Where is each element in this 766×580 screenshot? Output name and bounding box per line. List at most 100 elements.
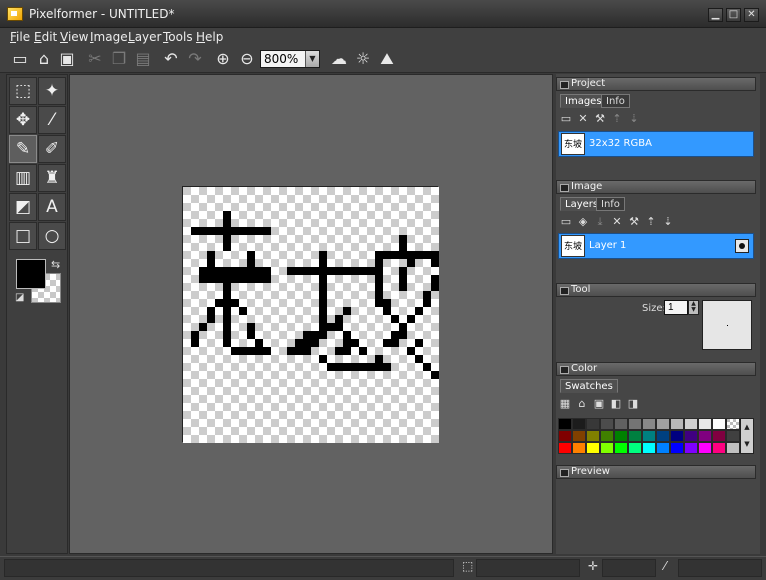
weather-icon[interactable]: ☁ [329,49,349,69]
eyedropper-icon[interactable]: ⁄ [38,106,66,134]
eraser-icon[interactable]: ◩ [9,193,37,221]
palette-swatch[interactable] [684,430,698,442]
palette-swatch[interactable] [628,442,642,454]
pixel-canvas[interactable] [182,186,439,443]
adjust-icon[interactable]: ⛰ [377,49,397,69]
move-up-icon[interactable]: ⇡ [610,112,624,126]
palette-swatch[interactable] [642,418,656,430]
undo-icon[interactable]: ↶ [161,49,181,69]
palette-swatch[interactable] [586,442,600,454]
palette-swatch[interactable] [586,430,600,442]
menu-view[interactable]: View [60,30,88,44]
palette-swatch[interactable] [558,430,572,442]
palette-swatch[interactable] [698,430,712,442]
brightness-icon[interactable]: ☼ [353,49,373,69]
palette-swatch[interactable] [572,418,586,430]
pixel-canvas-image[interactable] [183,187,439,443]
preview-panel-header[interactable]: Preview [556,465,756,479]
palette-swatch[interactable] [712,430,726,442]
layer-move-up-icon[interactable]: ⇡ [644,215,658,229]
palette-scrollbar[interactable]: ▲ ▼ [740,418,754,454]
save-palette-icon[interactable]: ▣ [592,397,606,411]
palette-swatch[interactable] [558,418,572,430]
palette-swatch[interactable] [600,430,614,442]
reset-colors-icon[interactable]: ◪ [15,292,24,303]
palette-swatch[interactable] [684,418,698,430]
palette-swatch[interactable] [586,418,600,430]
zoom-out-icon[interactable]: ⊖ [237,49,257,69]
tab-image-info[interactable]: Info [596,197,625,211]
image-panel-header[interactable]: Image [556,180,756,194]
chevron-down-icon[interactable]: ▼ [305,51,319,67]
menu-edit[interactable]: Edit [34,30,57,44]
new-layer-icon[interactable]: ▭ [559,215,573,229]
chevron-up-icon[interactable]: ▲ [741,419,753,436]
foreground-color-swatch[interactable] [16,259,46,289]
rect-select-icon[interactable]: ⬚ [9,77,37,105]
new-image-icon[interactable]: ▭ [559,112,573,126]
save-icon[interactable]: ▣ [57,49,77,69]
size-stepper[interactable]: ▲ ▼ [688,300,699,315]
layer-move-down-icon[interactable]: ⇣ [661,215,675,229]
layer-list-item[interactable]: 东坡 Layer 1 [558,233,754,259]
palette-swatch[interactable] [642,430,656,442]
palette-swatch[interactable] [572,430,586,442]
ellipse-icon[interactable]: ○ [38,222,66,250]
magic-wand-icon[interactable]: ✦ [38,77,66,105]
palette-swatch[interactable] [726,418,740,430]
brush-size-input[interactable] [664,300,688,315]
rectangle-icon[interactable]: □ [9,222,37,250]
palette-swatch[interactable] [698,442,712,454]
palette-swatch[interactable] [656,442,670,454]
properties-icon[interactable]: ⚒ [593,112,607,126]
tab-project-info[interactable]: Info [601,94,630,108]
swap-colors-icon[interactable]: ⇆ [51,258,60,271]
copy-icon[interactable]: ❐ [109,49,129,69]
menu-file[interactable]: File [10,30,30,44]
palette-swatch[interactable] [670,418,684,430]
stamp-icon[interactable]: ♜ [38,164,66,192]
copy-color-icon[interactable]: ◧ [609,397,623,411]
move-icon[interactable]: ✥ [9,106,37,134]
open-palette-icon[interactable]: ⌂ [575,397,589,411]
palette-swatch[interactable] [712,442,726,454]
new-icon[interactable]: ▭ [10,49,30,69]
open-icon[interactable]: ⌂ [34,49,54,69]
palette-swatch[interactable] [670,430,684,442]
palette-swatch[interactable] [572,442,586,454]
palette-swatch[interactable] [656,418,670,430]
menu-image[interactable]: Image [90,30,128,44]
maximize-button[interactable]: □ [726,8,741,22]
palette-swatch[interactable] [600,418,614,430]
palette-swatch[interactable] [684,442,698,454]
palette-swatch[interactable] [614,430,628,442]
color-palette[interactable] [558,418,740,454]
project-panel-header[interactable]: Project [556,77,756,91]
palette-swatch[interactable] [628,418,642,430]
layer-visibility-icon[interactable] [735,239,749,253]
text-icon[interactable]: A [38,193,66,221]
palette-swatch[interactable] [642,442,656,454]
gradient-icon[interactable]: ▥ [9,164,37,192]
close-button[interactable]: ✕ [744,8,759,22]
palette-swatch[interactable] [656,430,670,442]
move-down-icon[interactable]: ⇣ [627,112,641,126]
palette-swatch[interactable] [558,442,572,454]
delete-icon[interactable]: ✕ [576,112,590,126]
paste-icon[interactable]: ▤ [133,49,153,69]
paste-color-icon[interactable]: ◨ [626,397,640,411]
palette-swatch[interactable] [726,430,740,442]
tab-images[interactable]: Images [560,94,607,108]
layer-stack-icon[interactable]: ◈ [576,215,590,229]
palette-swatch[interactable] [698,418,712,430]
minimize-button[interactable]: ▁ [708,8,723,22]
grid-icon[interactable]: ▦ [558,397,572,411]
palette-swatch[interactable] [614,418,628,430]
delete-layer-icon[interactable]: ✕ [610,215,624,229]
tool-panel-header[interactable]: Tool [556,283,756,297]
zoom-in-icon[interactable]: ⊕ [213,49,233,69]
chevron-down-icon[interactable]: ▼ [741,436,753,453]
image-list-item[interactable]: 东坡 32x32 RGBA [558,131,754,157]
brush-icon[interactable]: ✐ [38,135,66,163]
palette-swatch[interactable] [670,442,684,454]
